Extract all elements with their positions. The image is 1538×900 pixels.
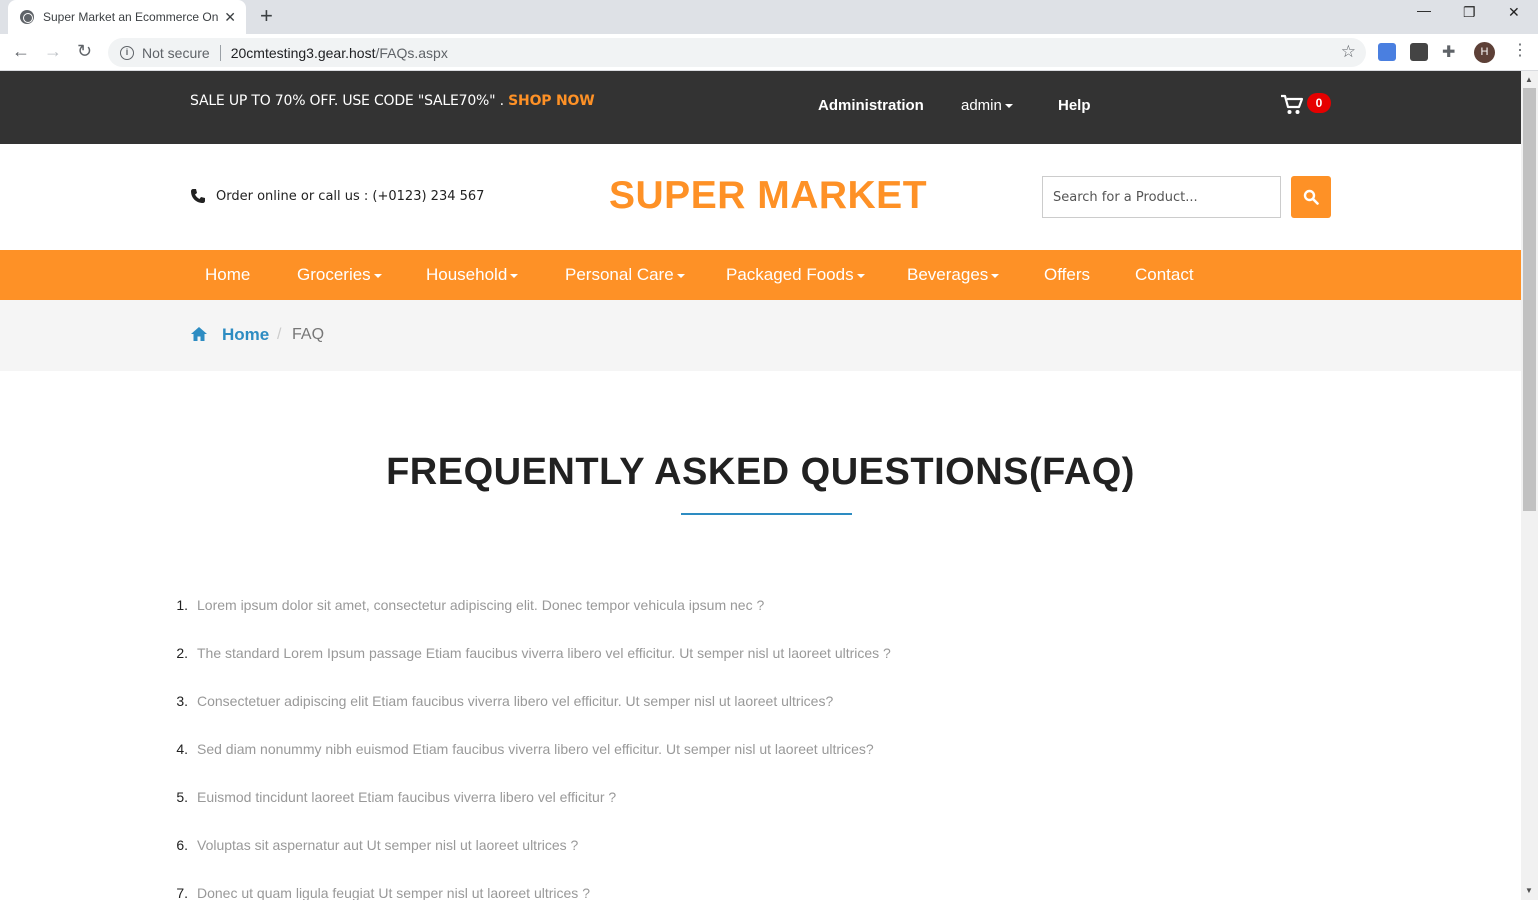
faq-question[interactable]: Donec ut quam ligula feugiat Ut semper n… [197, 884, 590, 900]
breadcrumb-home-link[interactable]: Home [222, 325, 269, 345]
browser-toolbar: ← → ↻ i Not secure 20cmtesting3.gear.hos… [0, 34, 1538, 71]
caret-down-icon [1004, 104, 1013, 109]
restore-icon[interactable]: ❐ [1463, 4, 1476, 21]
nav-label: Household [426, 265, 508, 284]
shopping-cart-icon [1281, 94, 1304, 114]
product-search-input[interactable] [1042, 176, 1281, 218]
nav-item-beverages[interactable]: Beverages [907, 265, 1000, 285]
page-title: FREQUENTLY ASKED QUESTIONS(FAQ) [386, 451, 1135, 493]
faq-number: 4. [176, 741, 188, 757]
cart-button[interactable]: 0 [1280, 93, 1331, 121]
url-host: 20cmtesting3.gear.host [230, 44, 376, 61]
scrollbar-thumb[interactable] [1523, 88, 1536, 511]
shop-now-link[interactable]: SHOP NOW [508, 93, 594, 109]
browser-menu-icon[interactable]: ⋮ [1512, 42, 1528, 60]
browser-tab-bar: Super Market an Ecommerce Online ✕ + — ❐… [0, 0, 1538, 34]
nav-item-personal-care[interactable]: Personal Care [565, 265, 685, 285]
address-bar[interactable]: i Not secure 20cmtesting3.gear.host/FAQs… [108, 38, 1366, 67]
search-icon [1303, 189, 1319, 205]
nav-item-home[interactable]: Home [205, 265, 250, 285]
selenium-extension-icon[interactable] [1410, 43, 1428, 61]
cart-count-badge: 0 [1307, 93, 1331, 113]
faq-number: 1. [176, 597, 188, 613]
extensions-puzzle-icon[interactable]: ✚ [1442, 42, 1460, 61]
admin-label: admin [961, 97, 1002, 114]
url-text[interactable]: 20cmtesting3.gear.host/FAQs.aspx [231, 45, 448, 61]
tab-title: Super Market an Ecommerce Online [43, 10, 219, 24]
faq-question[interactable]: Lorem ipsum dolor sit amet, consectetur … [197, 596, 764, 614]
scroll-up-icon[interactable]: ▲ [1525, 75, 1533, 84]
nav-label: Beverages [907, 265, 989, 284]
close-window-icon[interactable]: ✕ [1508, 4, 1520, 21]
phone-icon [191, 189, 205, 203]
admin-dropdown[interactable]: admin [961, 97, 1013, 114]
browser-tab[interactable]: Super Market an Ecommerce Online ✕ [8, 0, 246, 34]
main-nav: Home Groceries Household Personal Care P… [0, 250, 1521, 300]
url-path: /FAQs.aspx [375, 44, 448, 61]
page-scrollbar[interactable]: ▲ ▼ [1521, 71, 1538, 900]
phone-contact: Order online or call us : (+0123) 234 56… [190, 188, 484, 204]
nav-label: Offers [1044, 265, 1090, 284]
nav-label: Contact [1135, 265, 1194, 284]
bookmark-star-icon[interactable]: ☆ [1341, 42, 1356, 62]
caret-down-icon [676, 273, 685, 278]
globe-icon [20, 10, 34, 24]
nav-label: Packaged Foods [726, 265, 854, 284]
caret-down-icon [991, 273, 1000, 278]
site-header: Order online or call us : (+0123) 234 56… [0, 144, 1521, 250]
new-tab-icon[interactable]: + [260, 5, 273, 27]
administration-link[interactable]: Administration [818, 97, 924, 114]
back-icon[interactable]: ← [12, 41, 30, 61]
promo-text: SALE UP TO 70% OFF. USE CODE "SALE70%" . [190, 93, 504, 109]
home-icon[interactable] [190, 326, 208, 342]
faq-number: 6. [176, 837, 188, 853]
breadcrumb-separator: / [277, 326, 282, 343]
breadcrumb: Home / FAQ [0, 300, 1521, 371]
nav-item-offers[interactable]: Offers [1044, 265, 1090, 285]
promo-banner: SALE UP TO 70% OFF. USE CODE "SALE70%" .… [190, 93, 595, 109]
faq-question[interactable]: Consectetuer adipiscing elit Etiam fauci… [197, 692, 833, 710]
site-logo[interactable]: SUPER MARKET [609, 174, 927, 218]
nav-label: Personal Care [565, 265, 674, 284]
info-icon[interactable]: i [120, 45, 134, 60]
faq-question[interactable]: Voluptas sit aspernatur aut Ut semper ni… [197, 836, 578, 854]
faq-number: 5. [176, 789, 188, 805]
close-tab-icon[interactable]: ✕ [224, 9, 236, 26]
caret-down-icon [856, 273, 865, 278]
help-link[interactable]: Help [1058, 97, 1091, 114]
faq-question[interactable]: Sed diam nonummy nibh euismod Etiam fauc… [197, 740, 874, 758]
faq-question[interactable]: The standard Lorem Ipsum passage Etiam f… [197, 644, 891, 662]
caret-down-icon [510, 273, 519, 278]
faq-question[interactable]: Euismod tincidunt laoreet Etiam faucibus… [197, 788, 616, 806]
breadcrumb-current: FAQ [292, 326, 325, 343]
caret-down-icon [373, 273, 382, 278]
faq-number: 2. [176, 645, 188, 661]
nav-item-household[interactable]: Household [426, 265, 519, 285]
phone-text: Order online or call us : (+0123) 234 56… [216, 188, 485, 204]
web-page: SALE UP TO 70% OFF. USE CODE "SALE70%" .… [0, 71, 1521, 900]
nav-item-packaged-foods[interactable]: Packaged Foods [726, 265, 865, 285]
title-underline [681, 513, 852, 515]
nav-label: Groceries [297, 265, 371, 284]
omnibox-divider [219, 44, 221, 61]
search-button[interactable] [1291, 176, 1331, 218]
faq-number: 3. [176, 693, 188, 709]
not-secure-label: Not secure [142, 44, 210, 61]
nav-label: Home [205, 265, 251, 284]
nav-item-groceries[interactable]: Groceries [297, 265, 382, 285]
reload-icon[interactable]: ↻ [77, 41, 92, 61]
faq-number: 7. [176, 885, 188, 900]
top-bar: SALE UP TO 70% OFF. USE CODE "SALE70%" .… [0, 71, 1521, 144]
profile-avatar[interactable]: H [1474, 42, 1495, 63]
scroll-down-icon[interactable]: ▼ [1525, 886, 1533, 895]
forward-icon[interactable]: → [44, 41, 62, 61]
translate-extension-icon[interactable] [1378, 43, 1396, 61]
nav-item-contact[interactable]: Contact [1135, 265, 1194, 285]
minimize-icon[interactable]: — [1417, 2, 1431, 18]
